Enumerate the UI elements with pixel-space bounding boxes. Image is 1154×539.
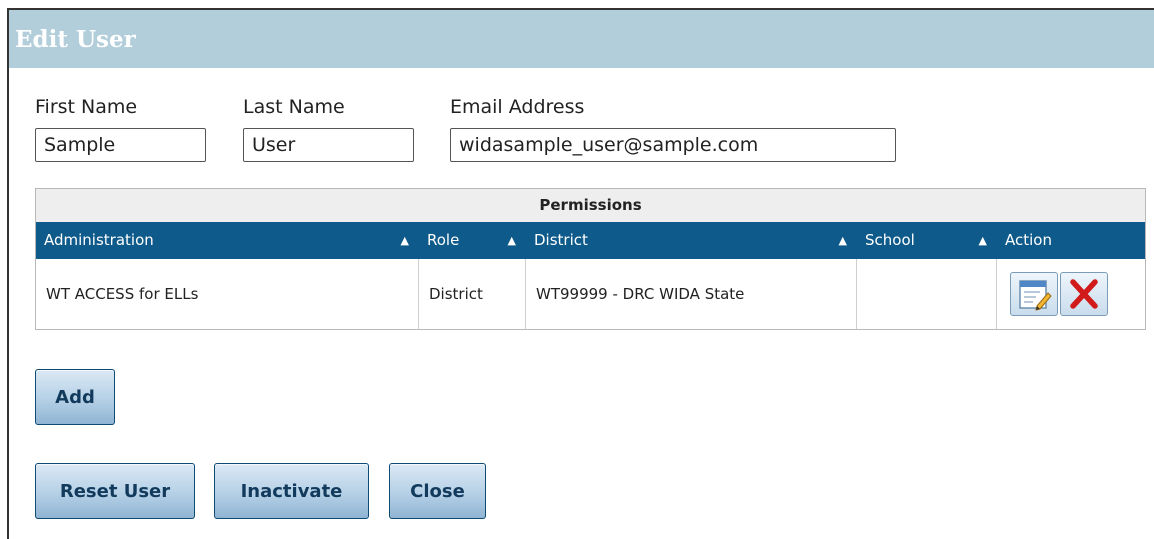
sort-ascending-icon[interactable]: ▲	[979, 222, 987, 259]
last-name-label: Last Name	[243, 96, 345, 118]
cell-district: WT99999 - DRC WIDA State	[526, 259, 857, 329]
column-header-district[interactable]: District ▲	[526, 222, 857, 259]
column-header-role[interactable]: Role ▲	[419, 222, 526, 259]
first-name-label: First Name	[35, 96, 138, 118]
reset-user-button[interactable]: Reset User	[35, 463, 195, 519]
sort-ascending-icon[interactable]: ▲	[839, 222, 847, 259]
column-header-action: Action	[997, 222, 1145, 259]
cell-action	[997, 259, 1145, 329]
sort-ascending-icon[interactable]: ▲	[401, 222, 409, 259]
column-header-school[interactable]: School ▲	[857, 222, 997, 259]
first-name-field[interactable]: Sample	[35, 128, 206, 162]
column-header-label: District	[534, 231, 588, 249]
email-field[interactable]: widasample_user@sample.com	[450, 128, 896, 162]
add-button[interactable]: Add	[35, 369, 115, 425]
column-header-administration[interactable]: Administration ▲	[36, 222, 419, 259]
column-header-label: Administration	[44, 231, 154, 249]
edit-icon	[1019, 280, 1052, 311]
column-header-label: School	[865, 231, 915, 249]
permissions-table: Permissions Administration ▲ Role ▲ Dist…	[35, 188, 1146, 330]
column-header-label: Action	[1005, 231, 1052, 249]
cell-administration: WT ACCESS for ELLs	[36, 259, 419, 329]
table-row: WT ACCESS for ELLs District WT99999 - DR…	[36, 259, 1145, 329]
edit-user-dialog: Edit User First Name Last Name Email Add…	[7, 8, 1154, 539]
inactivate-button[interactable]: Inactivate	[214, 463, 369, 519]
close-button[interactable]: Close	[389, 463, 486, 519]
dialog-title-bar: Edit User	[9, 10, 1154, 68]
column-header-label: Role	[427, 231, 460, 249]
cell-school	[857, 259, 997, 329]
edit-permission-button[interactable]	[1010, 272, 1058, 316]
dialog-title: Edit User	[15, 26, 136, 53]
permissions-header-row: Administration ▲ Role ▲ District ▲ Schoo…	[36, 222, 1145, 259]
permissions-caption: Permissions	[36, 189, 1145, 222]
delete-permission-button[interactable]	[1060, 272, 1108, 316]
last-name-field[interactable]: User	[243, 128, 414, 162]
delete-icon	[1070, 279, 1098, 309]
email-label: Email Address	[450, 96, 585, 118]
sort-ascending-icon[interactable]: ▲	[508, 222, 516, 259]
cell-role: District	[419, 259, 526, 329]
